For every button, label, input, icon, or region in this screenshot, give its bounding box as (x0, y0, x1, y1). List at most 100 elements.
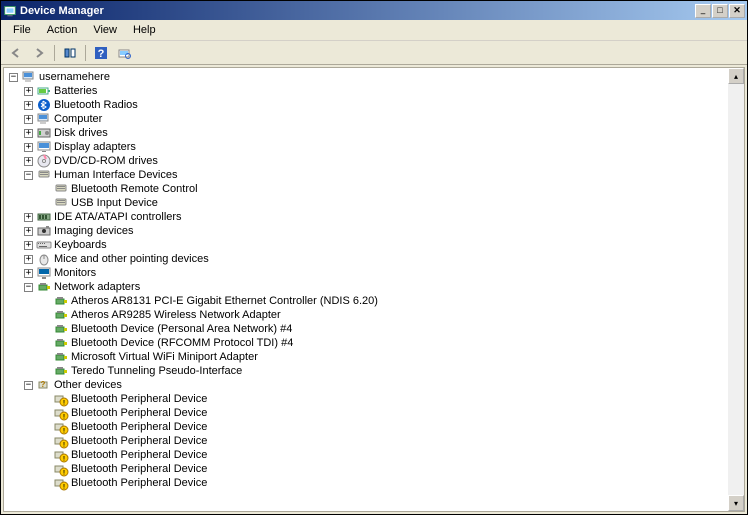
tree-category[interactable]: + DVD/CD-ROM drives (6, 154, 726, 168)
expander-icon[interactable]: − (24, 283, 33, 292)
expander-icon[interactable]: + (24, 143, 33, 152)
device-tree: −usernamehere + Batteries+Bluetooth Radios… (6, 70, 726, 490)
minimize-button[interactable]: _ (695, 4, 711, 18)
tree-category[interactable]: −? Other devices (6, 378, 726, 392)
window-controls: _ □ ✕ (695, 4, 745, 18)
menubar: File Action View Help (1, 20, 747, 41)
menu-view[interactable]: View (85, 22, 125, 38)
help-button[interactable]: ? (90, 43, 112, 63)
scroll-down-button[interactable]: ▾ (728, 495, 744, 511)
device-manager-window: Device Manager _ □ ✕ File Action View He… (0, 0, 748, 515)
category-label: Mice and other pointing devices (54, 253, 209, 265)
tree-device[interactable]: Teredo Tunneling Pseudo-Interface (6, 364, 726, 378)
menu-action[interactable]: Action (39, 22, 86, 38)
tree-category[interactable]: +Bluetooth Radios (6, 98, 726, 112)
device-label: Teredo Tunneling Pseudo-Interface (71, 365, 242, 377)
tree-category[interactable]: +Computer (6, 112, 726, 126)
expander-icon[interactable]: − (24, 381, 33, 390)
tree-device[interactable]: Atheros AR9285 Wireless Network Adapter (6, 308, 726, 322)
device-label: Bluetooth Device (Personal Area Network)… (71, 323, 292, 335)
tree-device[interactable]: !Bluetooth Peripheral Device (6, 448, 726, 462)
close-button[interactable]: ✕ (729, 4, 745, 18)
expander-icon[interactable]: + (24, 157, 33, 166)
menu-file[interactable]: File (5, 22, 39, 38)
expander-icon[interactable]: − (24, 171, 33, 180)
expander-icon[interactable]: + (24, 87, 33, 96)
tree-device[interactable]: !Bluetooth Peripheral Device (6, 392, 726, 406)
tree-device[interactable]: Microsoft Virtual WiFi Miniport Adapter (6, 350, 726, 364)
tree-device[interactable]: !Bluetooth Peripheral Device (6, 462, 726, 476)
expander-icon[interactable]: + (24, 115, 33, 124)
expander-icon[interactable]: + (24, 227, 33, 236)
tree-device[interactable]: Atheros AR8131 PCI-E Gigabit Ethernet Co… (6, 294, 726, 308)
vertical-scrollbar[interactable]: ▴ ▾ (728, 68, 744, 511)
forward-button[interactable] (28, 43, 50, 63)
expander-icon[interactable]: + (24, 255, 33, 264)
other-icon: ? (36, 377, 52, 393)
tree-device[interactable]: !Bluetooth Peripheral Device (6, 434, 726, 448)
tree-device[interactable]: USB Input Device (6, 196, 726, 210)
tree-root[interactable]: −usernamehere (6, 70, 726, 84)
computer-icon (21, 69, 37, 85)
device-label: Bluetooth Peripheral Device (71, 421, 207, 433)
category-label: IDE ATA/ATAPI controllers (54, 211, 182, 223)
category-label: DVD/CD-ROM drives (54, 155, 158, 167)
device-label: Bluetooth Peripheral Device (71, 435, 207, 447)
category-label: Other devices (54, 379, 122, 391)
window-title: Device Manager (20, 5, 695, 17)
category-label: Display adapters (54, 141, 136, 153)
back-button[interactable] (5, 43, 27, 63)
category-label: Imaging devices (54, 225, 134, 237)
tree-category[interactable]: + Display adapters (6, 140, 726, 154)
show-hide-button[interactable] (59, 43, 81, 63)
titlebar[interactable]: Device Manager _ □ ✕ (1, 1, 747, 20)
tree-device[interactable]: !Bluetooth Peripheral Device (6, 406, 726, 420)
device-label: USB Input Device (71, 197, 158, 209)
tree-category[interactable]: + Batteries (6, 84, 726, 98)
device-label: Atheros AR8131 PCI-E Gigabit Ethernet Co… (71, 295, 378, 307)
tree-device[interactable]: Bluetooth Remote Control (6, 182, 726, 196)
category-label: Disk drives (54, 127, 108, 139)
menu-help[interactable]: Help (125, 22, 164, 38)
expander-icon[interactable]: + (24, 213, 33, 222)
expander-icon[interactable]: + (24, 129, 33, 138)
hid-icon (53, 195, 69, 211)
tree-category[interactable]: + Keyboards (6, 238, 726, 252)
netcard-icon (53, 363, 69, 379)
tree-category[interactable]: + Mice and other pointing devices (6, 252, 726, 266)
tree-device[interactable]: !Bluetooth Peripheral Device (6, 420, 726, 434)
tree-device[interactable]: Bluetooth Device (Personal Area Network)… (6, 322, 726, 336)
tree-category[interactable]: + IDE ATA/ATAPI controllers (6, 210, 726, 224)
tree-category[interactable]: + Monitors (6, 266, 726, 280)
expander-icon[interactable]: + (24, 241, 33, 250)
toolbar: ? (1, 41, 747, 65)
app-icon (3, 4, 17, 18)
maximize-button[interactable]: □ (712, 4, 728, 18)
expander-icon[interactable]: − (9, 73, 18, 82)
category-label: Keyboards (54, 239, 107, 251)
tree-category[interactable]: + Disk drives (6, 126, 726, 140)
tree-device[interactable]: Bluetooth Device (RFCOMM Protocol TDI) #… (6, 336, 726, 350)
device-label: Bluetooth Peripheral Device (71, 477, 207, 489)
scan-button[interactable] (113, 43, 135, 63)
svg-text:?: ? (41, 380, 46, 389)
device-label: Bluetooth Peripheral Device (71, 407, 207, 419)
toolbar-separator (54, 45, 55, 61)
scroll-up-button[interactable]: ▴ (728, 68, 744, 84)
tree-category[interactable]: + Imaging devices (6, 224, 726, 238)
device-label: Bluetooth Peripheral Device (71, 393, 207, 405)
expander-icon[interactable]: + (24, 269, 33, 278)
tree-scroll-area: −usernamehere + Batteries+Bluetooth Radios… (4, 68, 728, 511)
tree-category[interactable]: − Human Interface Devices (6, 168, 726, 182)
device-label: Bluetooth Peripheral Device (71, 463, 207, 475)
tree-device[interactable]: !Bluetooth Peripheral Device (6, 476, 726, 490)
device-label: Bluetooth Device (RFCOMM Protocol TDI) #… (71, 337, 293, 349)
device-label: Bluetooth Remote Control (71, 183, 198, 195)
toolbar-separator (85, 45, 86, 61)
expander-icon[interactable]: + (24, 101, 33, 110)
tree-category[interactable]: −Network adapters (6, 280, 726, 294)
category-label: Human Interface Devices (54, 169, 178, 181)
category-label: Monitors (54, 267, 96, 279)
device-label: Atheros AR9285 Wireless Network Adapter (71, 309, 281, 321)
category-label: Batteries (54, 85, 97, 97)
